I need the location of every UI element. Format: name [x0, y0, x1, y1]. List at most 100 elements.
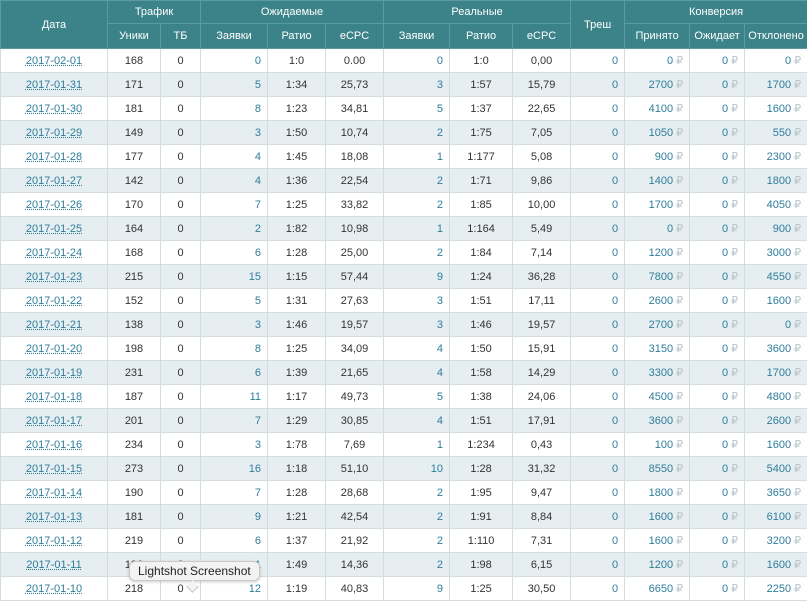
table-row: 2017-01-24168061:2825,0021:847,1401200₽0…	[1, 241, 807, 265]
ruble-icon: ₽	[731, 79, 738, 91]
expected-ecpc-cell: 14,36	[326, 553, 384, 577]
date-link[interactable]: 2017-01-27	[26, 175, 82, 187]
real-ecpc-cell: 36,28	[513, 265, 571, 289]
expected-ecpc-cell: 42,54	[326, 505, 384, 529]
expected-ratio-cell: 1:82	[268, 217, 326, 241]
accepted-cell: 3150₽	[625, 337, 690, 361]
accepted-cell: 0₽	[625, 217, 690, 241]
header-expected-ecpc[interactable]: eCPC	[326, 24, 384, 49]
amount-value: 4050	[767, 199, 791, 211]
header-expected-leads[interactable]: Заявки	[201, 24, 268, 49]
amount-value: 4550	[767, 271, 791, 283]
date-link[interactable]: 2017-01-20	[26, 343, 82, 355]
date-link[interactable]: 2017-01-14	[26, 487, 82, 499]
date-link: 2017-02-01	[1, 49, 108, 73]
header-rejected[interactable]: Отклонено	[745, 24, 807, 49]
date-link[interactable]: 2017-01-26	[26, 199, 82, 211]
header-real-leads[interactable]: Заявки	[384, 24, 450, 49]
ruble-icon: ₽	[676, 175, 683, 187]
date-link[interactable]: 2017-01-23	[26, 271, 82, 283]
trash-cell: 0	[571, 313, 625, 337]
ruble-icon: ₽	[731, 463, 738, 475]
date-link[interactable]: 2017-01-31	[26, 79, 82, 91]
expected-ratio-cell: 1:49	[268, 553, 326, 577]
rejected-cell: 2300₽	[745, 145, 807, 169]
header-real-ecpc[interactable]: eCPC	[513, 24, 571, 49]
rejected-cell: 1800₽	[745, 169, 807, 193]
ruble-icon: ₽	[794, 439, 801, 451]
date-link[interactable]: 2017-01-21	[26, 319, 82, 331]
accepted-cell: 6650₽	[625, 577, 690, 601]
accepted-cell: 3300₽	[625, 361, 690, 385]
amount-value: 0	[722, 223, 728, 235]
header-uniques[interactable]: Уники	[108, 24, 161, 49]
date-link[interactable]: 2017-01-16	[26, 439, 82, 451]
table-row: 2017-01-27142041:3622,5421:719,8601400₽0…	[1, 169, 807, 193]
date-link[interactable]: 2017-01-18	[26, 391, 82, 403]
date-link[interactable]: 2017-01-10	[26, 583, 82, 595]
header-expected-ratio[interactable]: Ратио	[268, 24, 326, 49]
amount-value: 550	[773, 127, 791, 139]
date-link: 2017-01-11	[1, 553, 108, 577]
date-link: 2017-01-20	[1, 337, 108, 361]
header-real-ratio[interactable]: Ратио	[450, 24, 513, 49]
ruble-icon: ₽	[794, 415, 801, 427]
expected-ecpc-cell: 30,85	[326, 409, 384, 433]
expected-ratio-cell: 1:0	[268, 49, 326, 73]
real-leads-cell: 9	[384, 577, 450, 601]
trash-cell: 0	[571, 169, 625, 193]
date-link[interactable]: 2017-01-30	[26, 103, 82, 115]
pending-cell: 0₽	[690, 97, 745, 121]
rejected-cell: 0₽	[745, 313, 807, 337]
expected-leads-cell: 15	[201, 265, 268, 289]
real-leads-cell: 4	[384, 361, 450, 385]
amount-value: 1400	[649, 175, 673, 187]
date-link[interactable]: 2017-01-22	[26, 295, 82, 307]
date-link[interactable]: 2017-01-17	[26, 415, 82, 427]
ruble-icon: ₽	[676, 463, 683, 475]
accepted-cell: 2700₽	[625, 313, 690, 337]
date-link[interactable]: 2017-01-13	[26, 511, 82, 523]
expected-ratio-cell: 1:28	[268, 241, 326, 265]
header-date[interactable]: Дата	[1, 1, 108, 49]
trash-cell: 0	[571, 193, 625, 217]
date-link: 2017-01-31	[1, 73, 108, 97]
date-link: 2017-01-25	[1, 217, 108, 241]
tb-cell: 0	[161, 49, 201, 73]
date-link[interactable]: 2017-01-15	[26, 463, 82, 475]
date-link: 2017-01-27	[1, 169, 108, 193]
date-link[interactable]: 2017-01-11	[26, 559, 81, 571]
expected-ecpc-cell: 34,09	[326, 337, 384, 361]
real-ratio-cell: 1:110	[450, 529, 513, 553]
header-pending[interactable]: Ожидает	[690, 24, 745, 49]
header-conversion: Конверсия	[625, 1, 807, 24]
ruble-icon: ₽	[676, 319, 683, 331]
header-tb[interactable]: ТБ	[161, 24, 201, 49]
pending-cell: 0₽	[690, 49, 745, 73]
ruble-icon: ₽	[676, 55, 683, 67]
table-row: 2017-01-19231061:3921,6541:5814,2903300₽…	[1, 361, 807, 385]
ruble-icon: ₽	[731, 151, 738, 163]
real-ratio-cell: 1:75	[450, 121, 513, 145]
date-link[interactable]: 2017-01-12	[26, 535, 82, 547]
amount-value: 0	[722, 559, 728, 571]
date-link[interactable]: 2017-01-29	[26, 127, 82, 139]
header-accepted[interactable]: Принято	[625, 24, 690, 49]
date-link[interactable]: 2017-01-24	[26, 247, 82, 259]
pending-cell: 0₽	[690, 169, 745, 193]
date-link[interactable]: 2017-02-01	[26, 55, 82, 67]
date-link[interactable]: 2017-01-28	[26, 151, 82, 163]
pending-cell: 0₽	[690, 217, 745, 241]
date-link[interactable]: 2017-01-25	[26, 223, 82, 235]
expected-ecpc-cell: 34,81	[326, 97, 384, 121]
uniques-cell: 170	[108, 193, 161, 217]
trash-cell: 0	[571, 529, 625, 553]
accepted-cell: 7800₽	[625, 265, 690, 289]
uniques-cell: 164	[108, 217, 161, 241]
amount-value: 3600	[649, 415, 673, 427]
pending-cell: 0₽	[690, 289, 745, 313]
header-trash[interactable]: Треш	[571, 1, 625, 49]
rejected-cell: 3000₽	[745, 241, 807, 265]
pending-cell: 0₽	[690, 337, 745, 361]
date-link[interactable]: 2017-01-19	[26, 367, 82, 379]
